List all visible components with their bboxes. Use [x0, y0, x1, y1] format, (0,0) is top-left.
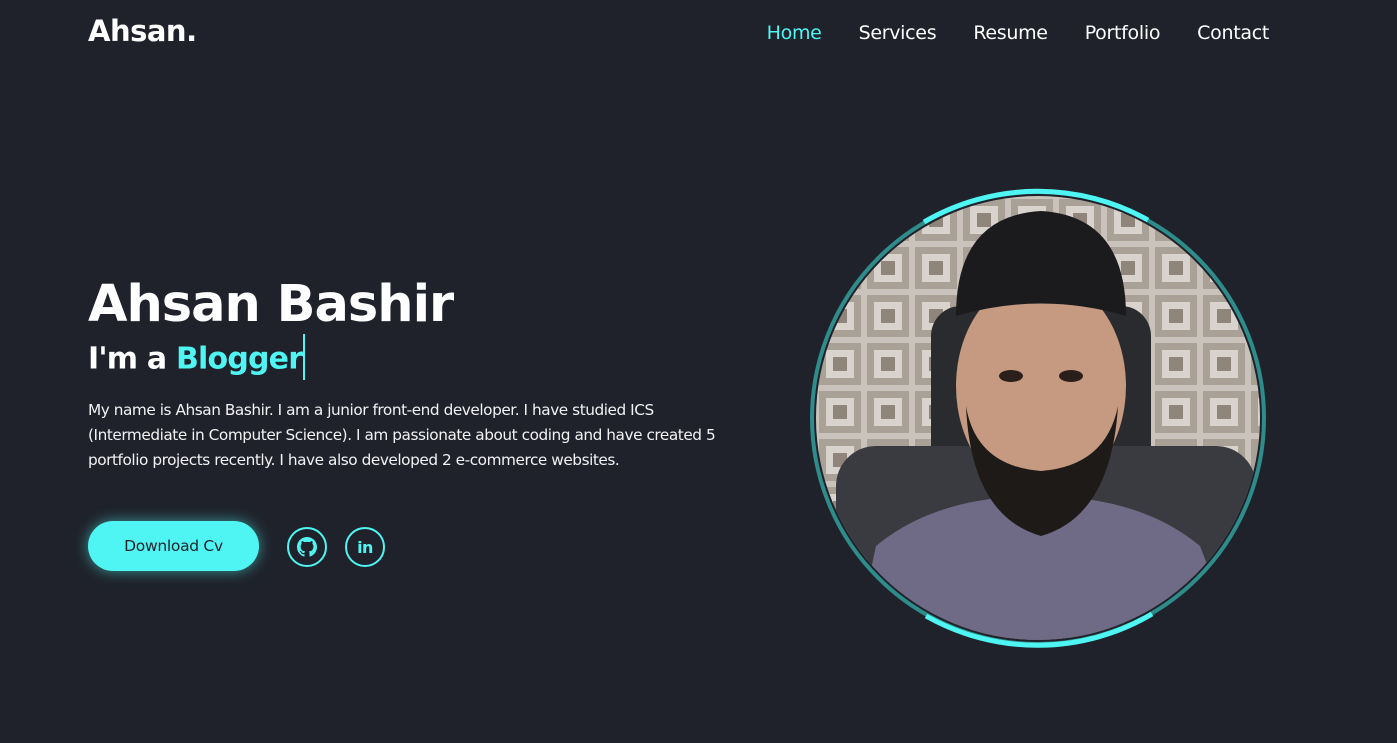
nav-link-contact[interactable]: Contact — [1197, 22, 1269, 44]
nav-link-home[interactable]: Home — [767, 22, 822, 44]
site-logo[interactable]: Ahsan. — [88, 14, 197, 48]
profile-photo-frame — [806, 186, 1270, 650]
nav-link-portfolio[interactable]: Portfolio — [1085, 22, 1161, 44]
github-link[interactable] — [287, 527, 327, 567]
nav-link-resume[interactable]: Resume — [973, 22, 1048, 44]
role-prefix: I'm a — [88, 341, 167, 377]
typing-caret — [303, 334, 306, 380]
linkedin-icon: in — [357, 537, 373, 557]
page: Ahsan. Home Services Resume Portfolio Co… — [0, 0, 1397, 743]
photo-ring — [810, 188, 1266, 648]
download-cv-button[interactable]: Download Cv — [88, 521, 259, 571]
typed-role-word: Blogger — [175, 341, 303, 377]
hero-name: Ahsan Bashir — [88, 275, 454, 334]
github-icon — [297, 537, 317, 557]
hero-role: I'm a Blogger — [88, 334, 306, 380]
hero-bio: My name is Ahsan Bashir. I am a junior f… — [88, 401, 716, 469]
main-nav: Home Services Resume Portfolio Contact — [767, 22, 1270, 44]
linkedin-link[interactable]: in — [345, 527, 385, 567]
nav-link-services[interactable]: Services — [859, 22, 937, 44]
